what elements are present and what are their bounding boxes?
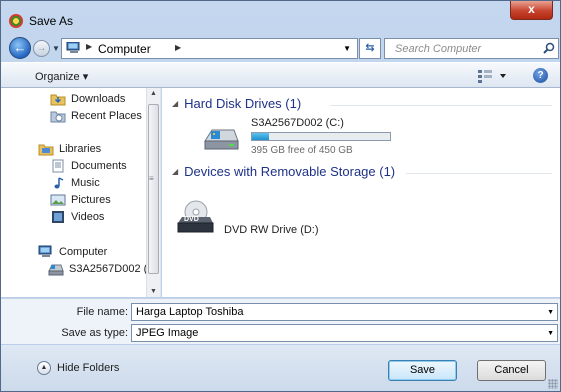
- nav-item-computer[interactable]: Computer: [38, 244, 107, 260]
- file-name-value[interactable]: Harga Laptop Toshiba: [136, 306, 243, 318]
- hide-folders-button[interactable]: ▲ Hide Folders: [37, 361, 119, 375]
- computer-icon: [66, 42, 80, 53]
- file-name-label: File name:: [76, 306, 128, 318]
- hard-drive-icon[interactable]: [203, 124, 239, 152]
- views-icon[interactable]: [476, 68, 512, 84]
- collapse-icon[interactable]: ◢: [172, 99, 178, 108]
- nav-item-recent-places[interactable]: Recent Places: [50, 108, 142, 124]
- breadcrumb-computer[interactable]: Computer: [98, 42, 151, 56]
- command-bar: Organize ▾ ?: [1, 62, 560, 88]
- save-button[interactable]: Save: [388, 360, 457, 381]
- scroll-grip-icon: ≡: [149, 174, 154, 183]
- chevron-down-icon[interactable]: ▼: [547, 309, 554, 316]
- scroll-thumb[interactable]: [148, 104, 159, 274]
- nav-item-documents[interactable]: Documents: [50, 158, 127, 174]
- save-as-dialog: Save As x ← → ▼ ▶ Computer ▶ ▼ ⇆ Search …: [0, 0, 561, 392]
- nav-item-label: Documents: [71, 160, 127, 172]
- divider: [330, 105, 552, 106]
- breadcrumb-separator-icon[interactable]: ▶: [175, 43, 181, 52]
- group-header-label: Devices with Removable Storage (1): [184, 164, 396, 179]
- group-header-label: Hard Disk Drives (1): [184, 96, 302, 111]
- nav-item-music[interactable]: Music: [50, 175, 100, 191]
- nav-item-label: S3A2567D002 (C:: [69, 263, 159, 275]
- documents-icon: [52, 159, 64, 173]
- collapse-up-icon[interactable]: ▲: [37, 361, 51, 375]
- drive-free-space: 395 GB free of 450 GB: [251, 145, 353, 156]
- dvd-drive-name[interactable]: DVD RW Drive (D:): [224, 224, 319, 236]
- nav-item-videos[interactable]: Videos: [50, 209, 104, 225]
- scroll-up-icon[interactable]: ▲: [150, 90, 157, 97]
- nav-scrollbar[interactable]: ▲ ≡ ▼: [146, 88, 160, 297]
- address-bar[interactable]: ▶ Computer ▶ ▼: [61, 38, 358, 59]
- cancel-button[interactable]: Cancel: [477, 360, 546, 381]
- music-icon: [54, 177, 64, 189]
- chevron-down-icon[interactable]: ▼: [547, 330, 554, 337]
- recent-places-icon: [50, 111, 66, 123]
- libraries-icon: [38, 144, 54, 156]
- address-dropdown-icon[interactable]: ▼: [343, 44, 351, 53]
- drive-c-name[interactable]: S3A2567D002 (C:): [251, 117, 344, 129]
- scroll-down-icon[interactable]: ▼: [150, 288, 157, 295]
- nav-item-libraries[interactable]: Libraries: [38, 141, 101, 157]
- app-icon: [9, 14, 23, 28]
- videos-icon: [52, 211, 64, 223]
- nav-item-label: Pictures: [71, 194, 111, 206]
- search-icon[interactable]: [543, 42, 555, 54]
- drive-icon: [48, 264, 64, 276]
- hide-folders-label: Hide Folders: [57, 362, 120, 374]
- nav-item-label: Videos: [71, 211, 105, 223]
- close-button[interactable]: x: [510, 1, 553, 20]
- refresh-button[interactable]: ⇆: [359, 38, 381, 59]
- nav-item-label: Recent Places: [71, 110, 142, 122]
- drive-usage-fill: [252, 133, 269, 140]
- group-header-removable[interactable]: ◢ Devices with Removable Storage (1): [172, 164, 395, 179]
- history-dropdown-icon[interactable]: ▼: [52, 44, 60, 53]
- downloads-folder-icon: [50, 94, 66, 106]
- forward-button[interactable]: →: [33, 40, 50, 57]
- title-bar: Save As x: [1, 1, 560, 35]
- search-box[interactable]: Search Computer: [384, 38, 559, 59]
- breadcrumb-separator-icon[interactable]: ▶: [86, 42, 92, 51]
- drive-usage-bar: [251, 132, 391, 141]
- nav-item-label: Music: [71, 177, 100, 189]
- dvd-badge: DVD: [184, 216, 199, 223]
- navigation-pane: Downloads Recent Places Libraries Docume…: [1, 88, 161, 297]
- nav-item-label: Downloads: [71, 93, 126, 105]
- divider: [406, 173, 552, 174]
- save-type-label: Save as type:: [61, 327, 128, 339]
- save-type-value[interactable]: JPEG Image: [136, 327, 199, 339]
- save-type-select[interactable]: JPEG Image ▼: [131, 324, 558, 342]
- address-row: ← → ▼ ▶ Computer ▶ ▼ ⇆ Search Computer: [1, 35, 560, 61]
- resize-grip[interactable]: [548, 379, 558, 389]
- file-fields: File name: Harga Laptop Toshiba ▼ Save a…: [1, 298, 560, 344]
- nav-item-downloads[interactable]: Downloads: [50, 91, 125, 107]
- content-pane: ◢ Hard Disk Drives (1) S3A2567D002 (C:) …: [162, 88, 560, 297]
- nav-item-drive-c[interactable]: S3A2567D002 (C:: [48, 261, 158, 277]
- organize-button[interactable]: Organize ▾: [35, 70, 88, 83]
- back-button[interactable]: ←: [9, 37, 31, 59]
- computer-icon: [38, 245, 52, 257]
- group-header-hard-disk[interactable]: ◢ Hard Disk Drives (1): [172, 96, 301, 111]
- window-title: Save As: [29, 14, 74, 28]
- collapse-icon[interactable]: ◢: [172, 167, 178, 176]
- help-button[interactable]: ?: [533, 68, 548, 83]
- nav-item-label: Libraries: [59, 143, 102, 155]
- pictures-icon: [50, 194, 66, 206]
- file-name-field[interactable]: Harga Laptop Toshiba ▼: [131, 303, 558, 321]
- nav-item-label: Computer: [59, 246, 108, 258]
- search-input[interactable]: Search Computer: [395, 43, 481, 55]
- nav-item-pictures[interactable]: Pictures: [50, 192, 111, 208]
- dvd-drive-icon[interactable]: DVD: [175, 199, 215, 235]
- dialog-footer: ▲ Hide Folders Save Cancel: [1, 345, 560, 391]
